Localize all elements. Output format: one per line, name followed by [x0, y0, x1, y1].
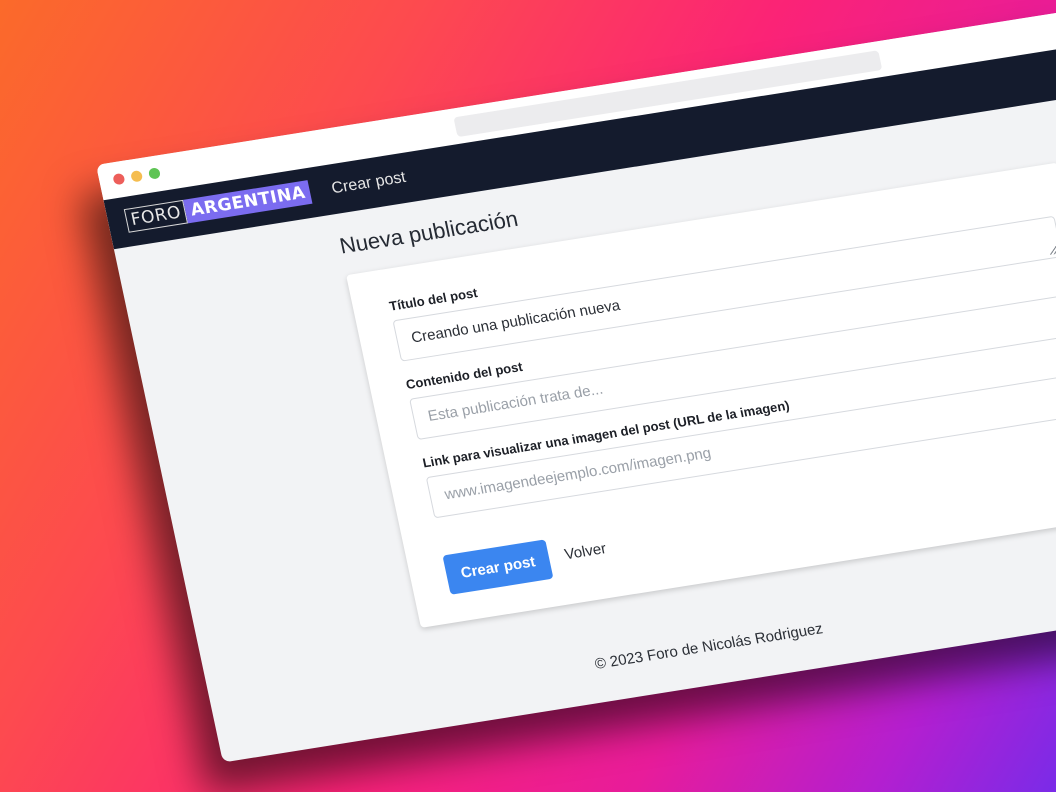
content-input-placeholder: Esta publicación trata de...	[426, 380, 605, 425]
minimize-window-icon[interactable]	[130, 170, 144, 183]
window-controls	[112, 167, 162, 186]
close-window-icon[interactable]	[112, 172, 126, 186]
nav-link-crear-post[interactable]: Crear post	[330, 169, 408, 198]
logo-foro-text: FORO	[123, 199, 189, 233]
maximize-window-icon[interactable]	[147, 167, 162, 180]
back-link[interactable]: Volver	[563, 540, 608, 563]
create-post-button[interactable]: Crear post	[442, 539, 554, 595]
logo-argentina-text: ARGENTINA	[183, 180, 313, 224]
resize-grip-icon[interactable]	[1048, 245, 1056, 255]
browser-window: FORO ARGENTINA Crear post Nueva publicac…	[96, 8, 1056, 763]
